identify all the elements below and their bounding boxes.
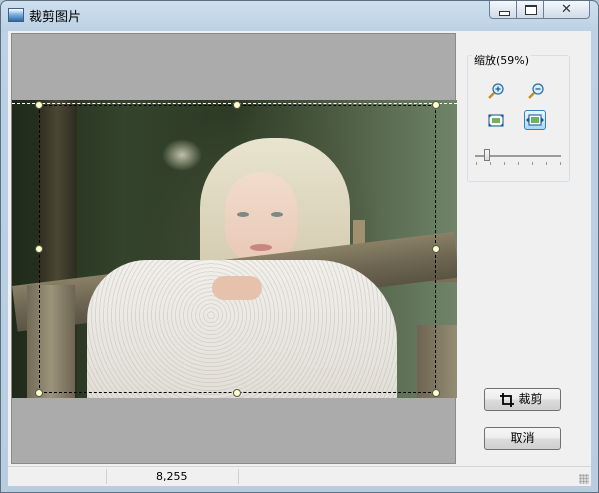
dialog-body: 缩放(59%) 裁剪 取消 8,255 [8,31,591,486]
status-value: 8,255 [156,470,188,483]
maximize-icon [525,5,537,15]
crop-handle-top-right[interactable] [432,101,440,109]
fit-width-button[interactable] [524,110,546,130]
zoom-out-icon [528,83,544,99]
fit-width-icon [526,114,544,126]
crop-selection[interactable] [39,105,436,393]
minimize-icon [499,11,510,16]
crop-icon [500,393,514,407]
close-icon: ✕ [561,2,572,17]
close-button[interactable]: ✕ [543,1,590,19]
cancel-button[interactable]: 取消 [484,427,561,450]
crop-handle-right[interactable] [432,245,440,253]
crop-handle-top[interactable] [233,101,241,109]
minimize-button[interactable] [489,1,517,19]
crop-handle-bottom-right[interactable] [432,389,440,397]
fit-window-button[interactable] [485,111,507,131]
cancel-button-label: 取消 [510,431,535,445]
zoom-out-button[interactable] [525,81,547,101]
status-bar: 8,255 [8,466,591,486]
app-icon [8,8,24,22]
title-bar[interactable]: 裁剪图片 ✕ [1,1,598,29]
zoom-in-button[interactable] [485,81,507,101]
crop-handle-top-left[interactable] [35,101,43,109]
crop-handle-bottom-left[interactable] [35,389,43,397]
zoom-in-icon [488,83,504,99]
crop-handle-left[interactable] [35,245,43,253]
crop-button[interactable]: 裁剪 [484,388,561,411]
resize-grip[interactable] [579,474,589,484]
fit-window-icon [488,114,504,127]
zoom-slider-thumb[interactable] [484,149,490,161]
crop-image-window: 裁剪图片 ✕ 缩放(59%) 裁剪 取消 8,255 [0,0,599,493]
maximize-button[interactable] [516,1,544,19]
image-canvas[interactable] [11,33,457,464]
zoom-label: 缩放(59%) [472,52,532,68]
crop-handle-bottom[interactable] [233,389,241,397]
window-title: 裁剪图片 [29,10,82,25]
